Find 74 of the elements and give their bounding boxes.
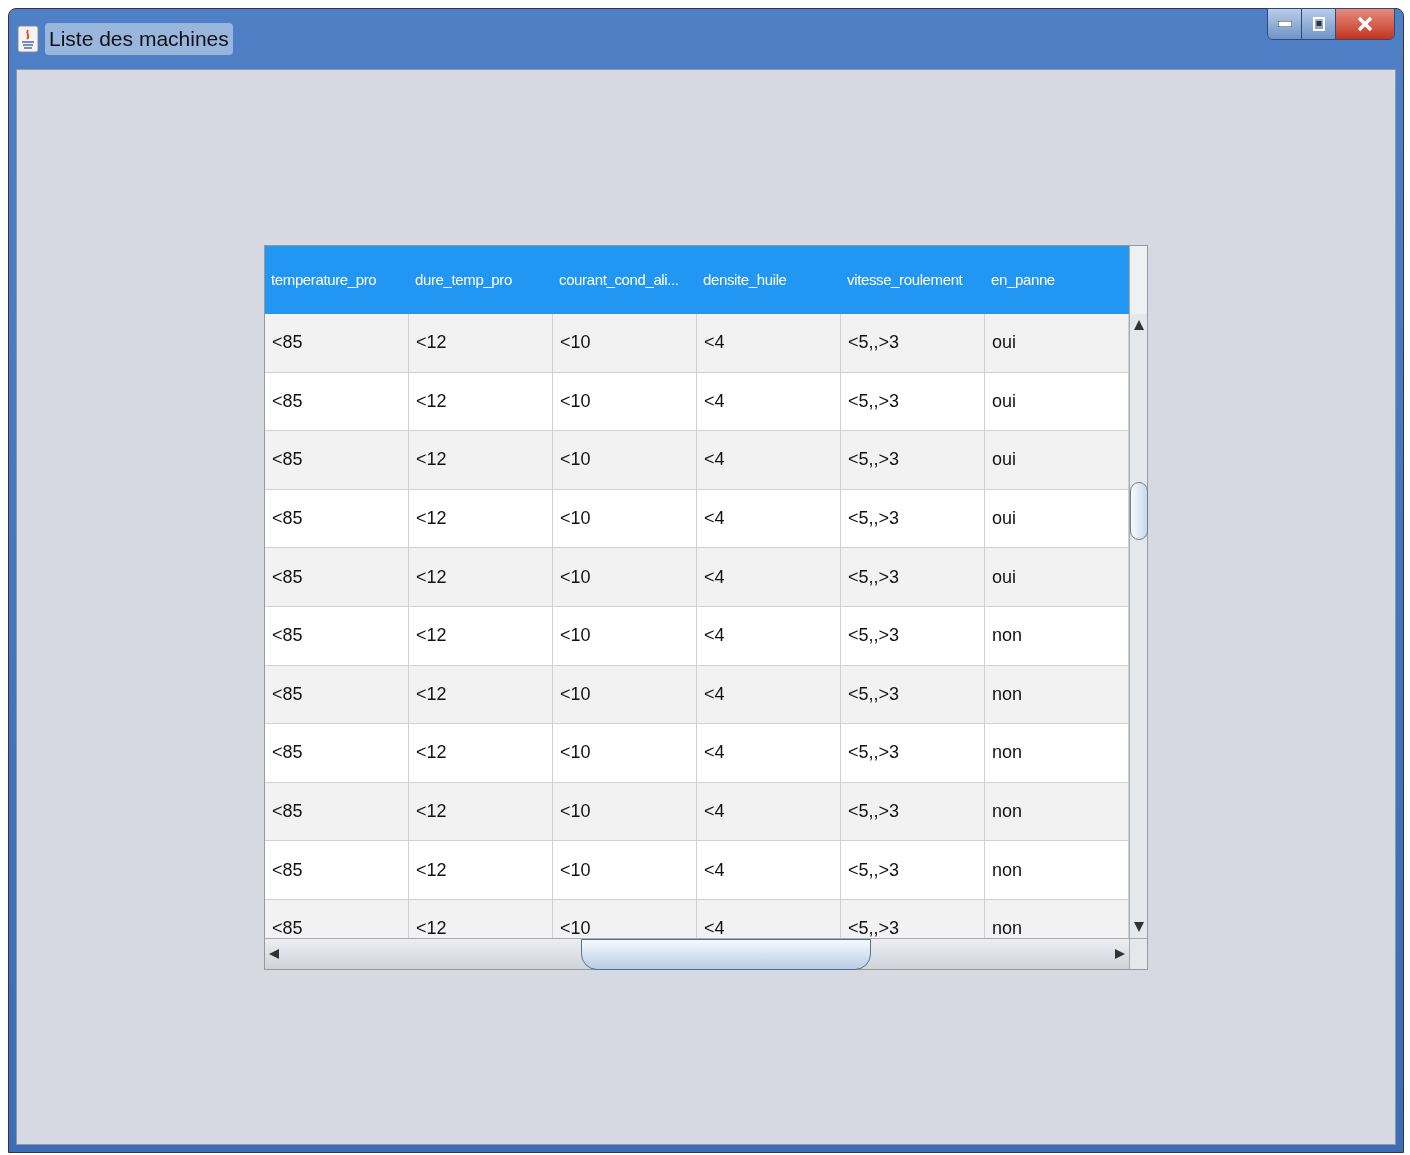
- column-header[interactable]: temperature_pro: [265, 246, 409, 314]
- column-header[interactable]: vitesse_roulement: [841, 246, 986, 314]
- table-cell: <4: [697, 489, 841, 548]
- table-cell: <4: [697, 665, 841, 724]
- table-cell: <85: [265, 431, 409, 489]
- table-cell: <12: [409, 782, 553, 841]
- table-cell: <4: [697, 431, 841, 489]
- table-cell: <10: [553, 548, 697, 606]
- table-cell: <10: [553, 372, 697, 431]
- table-cell: <4: [697, 606, 841, 665]
- table-cell: <4: [697, 841, 841, 899]
- table-cell: <5,,>3: [841, 314, 985, 372]
- up-arrow-icon: [1133, 320, 1144, 330]
- table-cell: <85: [265, 548, 409, 606]
- table-cell: <10: [553, 724, 697, 782]
- maximize-icon: [1312, 17, 1325, 31]
- table-cell: <10: [553, 665, 697, 724]
- table-cell: <5,,>3: [841, 489, 985, 548]
- minimize-icon: [1277, 21, 1292, 27]
- table-cell: <5,,>3: [841, 665, 985, 724]
- app-icon: [17, 25, 39, 53]
- table-cell: <85: [265, 665, 409, 724]
- table-cell: <10: [553, 841, 697, 899]
- table-cell: <5,,>3: [841, 782, 985, 841]
- table-cell: <12: [409, 724, 553, 782]
- column-header[interactable]: courant_cond_ali...: [553, 246, 698, 314]
- table-cell: <10: [553, 782, 697, 841]
- scrollbar-thumb[interactable]: [1129, 482, 1148, 540]
- column-header[interactable]: densite_huile: [697, 246, 842, 314]
- table-cell: <12: [409, 489, 553, 548]
- table-cell: <4: [697, 372, 841, 431]
- table-cell: <10: [553, 314, 697, 372]
- table-cell: <4: [697, 548, 841, 606]
- table-cell: <10: [553, 606, 697, 665]
- header-corner: [1129, 246, 1147, 314]
- table-cell: <85: [265, 606, 409, 665]
- scrollbar-thumb[interactable]: [581, 938, 871, 970]
- left-arrow-icon: [269, 949, 279, 959]
- window-title: Liste des machines: [45, 23, 233, 55]
- column-header[interactable]: dure_temp_pro: [409, 246, 554, 314]
- table-cell: <85: [265, 314, 409, 372]
- table-cell: <5,,>3: [841, 431, 985, 489]
- table-cell: <12: [409, 665, 553, 724]
- minimize-button[interactable]: [1268, 9, 1302, 39]
- maximize-button[interactable]: [1302, 9, 1336, 39]
- table-cell: <4: [697, 314, 841, 372]
- table-cell: <4: [697, 724, 841, 782]
- horizontal-scrollbar[interactable]: [265, 938, 1129, 969]
- close-icon: [1357, 16, 1373, 32]
- right-arrow-icon: [1115, 949, 1125, 959]
- table-cell: <5,,>3: [841, 724, 985, 782]
- table-cell: <5,,>3: [841, 548, 985, 606]
- table-cell: <85: [265, 782, 409, 841]
- table-cell: <10: [553, 489, 697, 548]
- table-cell: <12: [409, 548, 553, 606]
- table-cell: <85: [265, 489, 409, 548]
- table-cell: <5,,>3: [841, 606, 985, 665]
- table-cell: <4: [697, 782, 841, 841]
- table-cell: <12: [409, 372, 553, 431]
- table-cell: <10: [553, 431, 697, 489]
- table-cell: <12: [409, 431, 553, 489]
- table-cell: <85: [265, 724, 409, 782]
- down-arrow-icon: [1133, 922, 1144, 932]
- table-cell: <12: [409, 606, 553, 665]
- close-button[interactable]: [1336, 9, 1394, 39]
- vertical-scrollbar[interactable]: [1129, 314, 1147, 938]
- table-cell: <12: [409, 841, 553, 899]
- table-cell: <85: [265, 372, 409, 431]
- table-cell: <5,,>3: [841, 372, 985, 431]
- table-cell: <5,,>3: [841, 841, 985, 899]
- table-cell: <85: [265, 841, 409, 899]
- scrollbar-corner: [1129, 938, 1147, 969]
- column-header[interactable]: en_panne: [985, 246, 1130, 314]
- table-cell: <12: [409, 314, 553, 372]
